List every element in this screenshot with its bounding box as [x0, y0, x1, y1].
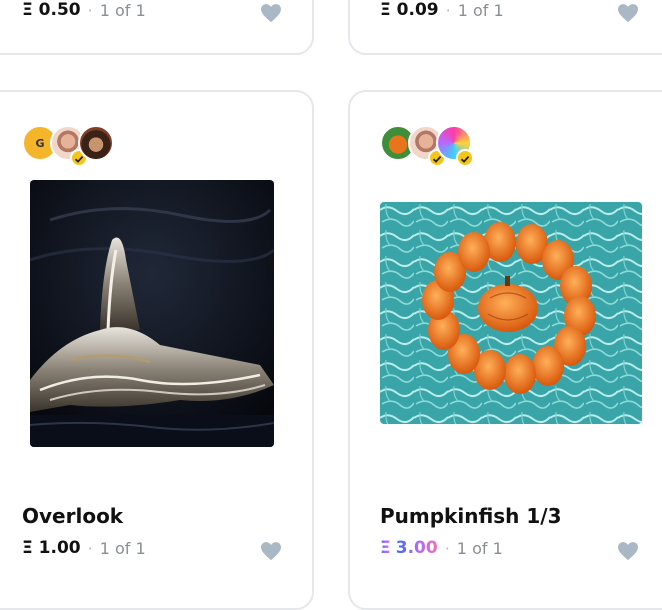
artwork-image[interactable] — [30, 180, 274, 447]
edition-count: 1 of 1 — [99, 538, 146, 558]
artwork-title[interactable]: Pumpkinfish 1/3 — [380, 504, 562, 528]
separator-dot: · — [87, 0, 93, 20]
edition-count: 1 of 1 — [456, 538, 503, 558]
owner-avatar[interactable] — [78, 125, 114, 161]
price: Ξ 0.09 — [380, 0, 439, 20]
nft-card[interactable]: Pumpkinfish 1/3 Ξ 3.00 · 1 of 1 — [348, 90, 662, 610]
edition-count: 1 of 1 — [457, 0, 504, 20]
price-row: Ξ 1.00 · 1 of 1 — [22, 538, 146, 558]
heart-icon[interactable] — [260, 3, 282, 23]
owner-avatars — [380, 125, 480, 167]
nft-card[interactable]: Ξ 0.09 · 1 of 1 — [348, 0, 662, 55]
nft-card[interactable]: Ξ 0.50 · 1 of 1 — [0, 0, 314, 55]
separator-dot: · — [444, 538, 450, 558]
artwork-title[interactable]: Overlook — [22, 504, 123, 528]
heart-icon[interactable] — [617, 541, 639, 561]
price: Ξ 1.00 — [22, 538, 81, 558]
nft-card[interactable]: G Overlook Ξ 1.00 · 1 of 1 — [0, 90, 314, 610]
price-row: Ξ 3.00 · 1 of 1 — [380, 538, 503, 558]
price-symbol: Ξ — [380, 538, 391, 558]
separator-dot: · — [87, 538, 93, 558]
heart-icon[interactable] — [260, 541, 282, 561]
owner-avatars: G — [22, 125, 122, 167]
check-badge-icon — [456, 149, 474, 167]
price-row: Ξ 0.09 · 1 of 1 — [380, 0, 504, 20]
price: Ξ 0.50 — [22, 0, 81, 20]
price-row: Ξ 0.50 · 1 of 1 — [22, 0, 146, 20]
heart-icon[interactable] — [617, 3, 639, 23]
artwork-image[interactable] — [380, 202, 642, 424]
edition-count: 1 of 1 — [99, 0, 146, 20]
separator-dot: · — [445, 0, 451, 20]
price: 3.00 — [395, 538, 438, 558]
